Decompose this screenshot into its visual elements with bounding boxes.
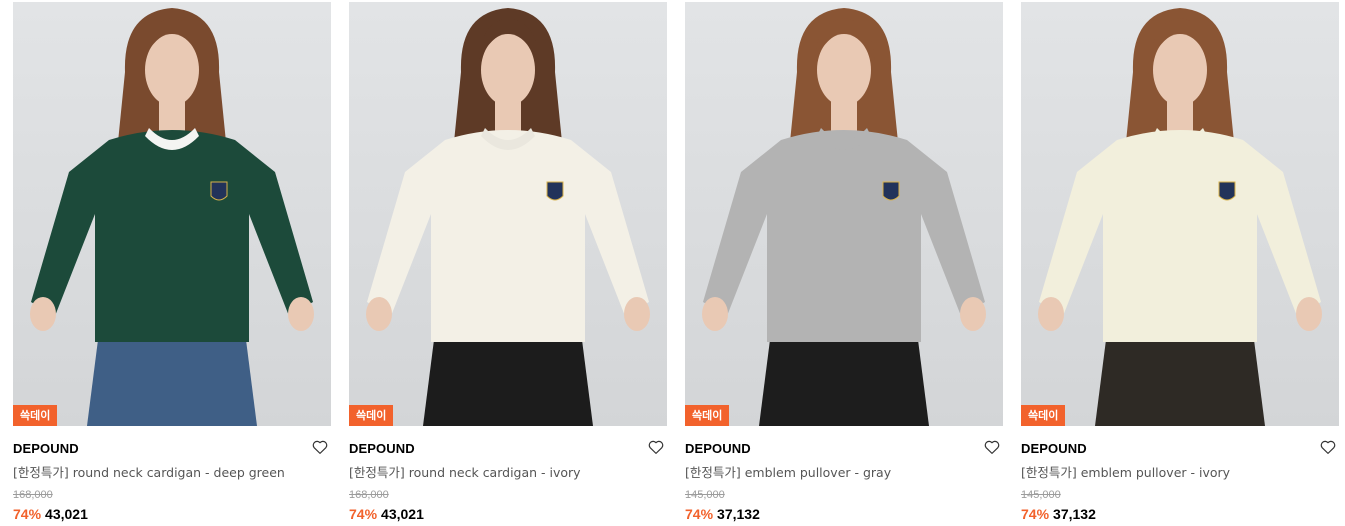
promo-badge: 쓱데이	[685, 405, 730, 426]
heart-outline-icon[interactable]	[983, 438, 1001, 456]
brand-name[interactable]: DEPOUND	[349, 440, 667, 457]
product-image[interactable]: 쓱데이	[1021, 2, 1339, 426]
right-hand	[288, 297, 314, 331]
product-name[interactable]: [한정특가] round neck cardigan - deep green	[13, 464, 331, 481]
brand-name[interactable]: DEPOUND	[685, 440, 1003, 457]
sale-price: 43,021	[381, 506, 424, 522]
original-price: 168,000	[13, 489, 53, 501]
left-hand	[1038, 297, 1064, 331]
price-line: 74% 37,132	[685, 505, 1003, 523]
product-info: DEPOUND [한정특가] emblem pullover - ivory 1…	[1021, 426, 1339, 523]
product-name[interactable]: [한정특가] round neck cardigan - ivory	[349, 464, 667, 481]
price-line: 74% 43,021	[349, 505, 667, 523]
original-price: 145,000	[685, 489, 725, 501]
price-line: 74% 43,021	[13, 505, 331, 523]
face	[1153, 34, 1207, 106]
left-hand	[366, 297, 392, 331]
promo-badge: 쓱데이	[1021, 405, 1066, 426]
product-info: DEPOUND [한정특가] round neck cardigan - dee…	[13, 426, 331, 523]
bottom-garment	[87, 332, 257, 426]
product-info: DEPOUND [한정특가] round neck cardigan - ivo…	[349, 426, 667, 523]
brand-name[interactable]: DEPOUND	[13, 440, 331, 457]
model-illustration	[30, 8, 314, 426]
bottom-garment	[1095, 332, 1265, 426]
emblem-patch	[1218, 181, 1236, 201]
product-image[interactable]: 쓱데이	[349, 2, 667, 426]
sale-price: 43,021	[45, 506, 88, 522]
product-image[interactable]: 쓱데이	[13, 2, 331, 426]
right-hand	[624, 297, 650, 331]
product-card[interactable]: 쓱데이 DEPOUND [한정특가] round neck cardigan -…	[349, 2, 667, 523]
discount-rate: 74%	[1021, 506, 1050, 522]
original-price: 145,000	[1021, 489, 1061, 501]
product-name[interactable]: [한정특가] emblem pullover - gray	[685, 464, 1003, 481]
original-price: 168,000	[349, 489, 389, 501]
sale-price: 37,132	[1053, 506, 1096, 522]
face	[817, 34, 871, 106]
bottom-garment	[423, 332, 593, 426]
face	[145, 34, 199, 106]
top-garment	[703, 130, 985, 342]
heart-outline-icon[interactable]	[647, 438, 665, 456]
product-image[interactable]: 쓱데이	[685, 2, 1003, 426]
price-line: 74% 37,132	[1021, 505, 1339, 523]
product-grid: 쓱데이 DEPOUND [한정특가] round neck cardigan -…	[0, 0, 1345, 526]
top-garment	[367, 130, 649, 342]
promo-badge: 쓱데이	[349, 405, 394, 426]
top-garment	[31, 130, 313, 342]
sale-price: 37,132	[717, 506, 760, 522]
product-name[interactable]: [한정특가] emblem pullover - ivory	[1021, 464, 1339, 481]
face	[481, 34, 535, 106]
left-hand	[702, 297, 728, 331]
left-hand	[30, 297, 56, 331]
product-card[interactable]: 쓱데이 DEPOUND [한정특가] emblem pullover - gra…	[685, 2, 1003, 523]
product-card[interactable]: 쓱데이 DEPOUND [한정특가] round neck cardigan -…	[13, 2, 331, 523]
emblem-patch	[210, 181, 228, 201]
right-hand	[960, 297, 986, 331]
heart-outline-icon[interactable]	[311, 438, 329, 456]
product-info: DEPOUND [한정특가] emblem pullover - gray 14…	[685, 426, 1003, 523]
product-card[interactable]: 쓱데이 DEPOUND [한정특가] emblem pullover - ivo…	[1021, 2, 1339, 523]
heart-outline-icon[interactable]	[1319, 438, 1337, 456]
bottom-garment	[759, 332, 929, 426]
emblem-patch	[882, 181, 900, 201]
brand-name[interactable]: DEPOUND	[1021, 440, 1339, 457]
model-illustration	[366, 8, 650, 426]
discount-rate: 74%	[349, 506, 378, 522]
right-hand	[1296, 297, 1322, 331]
top-garment	[1039, 130, 1321, 342]
model-illustration	[1038, 8, 1322, 426]
model-illustration	[702, 8, 986, 426]
emblem-patch	[546, 181, 564, 201]
discount-rate: 74%	[13, 506, 42, 522]
discount-rate: 74%	[685, 506, 714, 522]
promo-badge: 쓱데이	[13, 405, 58, 426]
